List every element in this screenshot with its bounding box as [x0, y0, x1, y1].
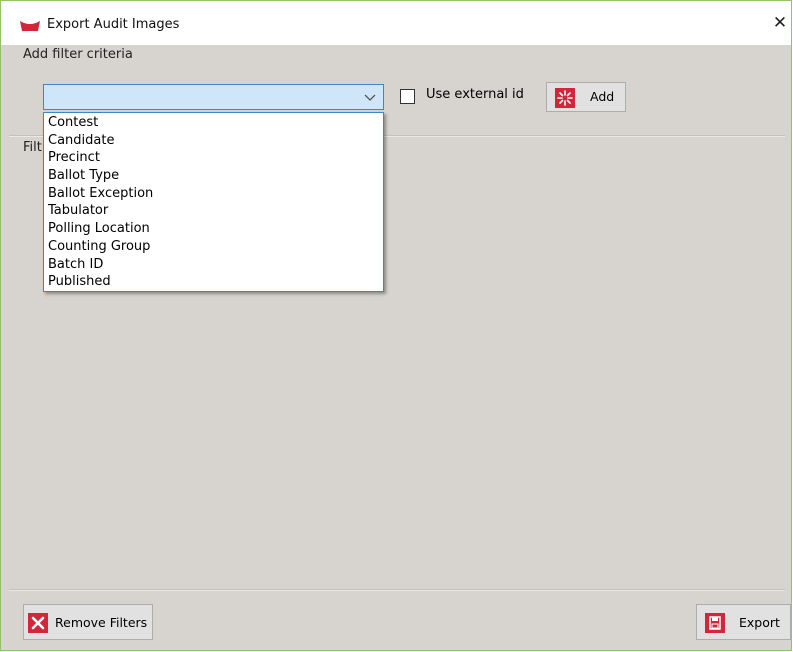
use-external-id-checkbox[interactable]	[400, 89, 415, 104]
add-button-label: Add	[590, 89, 615, 104]
dropdown-option-precinct[interactable]: Precinct	[44, 149, 383, 167]
export-label: Export	[739, 615, 780, 630]
title-bar: Export Audit Images ✕	[1, 1, 791, 45]
add-filter-criteria-label: Add filter criteria	[23, 47, 133, 62]
filters-section-label: Filt	[23, 140, 42, 155]
dropdown-option-published[interactable]: Published	[44, 273, 383, 291]
red-x-icon	[28, 613, 48, 633]
dropdown-option-batch-id[interactable]: Batch ID	[44, 256, 383, 274]
export-button[interactable]: Export	[696, 604, 791, 640]
remove-filters-label: Remove Filters	[55, 615, 148, 630]
filter-criteria-dropdown-list[interactable]: Contest Candidate Precinct Ballot Type B…	[43, 112, 384, 292]
dropdown-option-counting-group[interactable]: Counting Group	[44, 238, 383, 256]
floppy-disk-icon	[705, 613, 725, 633]
filter-criteria-combobox[interactable]	[43, 84, 384, 110]
chevron-down-icon[interactable]	[363, 88, 377, 106]
dropdown-option-polling-location[interactable]: Polling Location	[44, 220, 383, 238]
export-audit-images-dialog: Export Audit Images ✕ Add filter criteri…	[0, 0, 792, 651]
close-button[interactable]: ✕	[769, 11, 791, 35]
dropdown-option-ballot-type[interactable]: Ballot Type	[44, 167, 383, 185]
use-external-id-label[interactable]: Use external id	[426, 87, 524, 102]
add-button[interactable]: Add	[546, 82, 626, 112]
dropdown-option-ballot-exception[interactable]: Ballot Exception	[44, 185, 383, 203]
window-title: Export Audit Images	[47, 17, 180, 32]
ballot-logo-icon	[20, 21, 40, 31]
dropdown-option-contest[interactable]: Contest	[44, 114, 383, 132]
footer-divider	[9, 589, 785, 591]
sparkle-add-icon	[555, 88, 575, 108]
dropdown-option-tabulator[interactable]: Tabulator	[44, 202, 383, 220]
dropdown-option-candidate[interactable]: Candidate	[44, 132, 383, 150]
remove-filters-button[interactable]: Remove Filters	[23, 604, 153, 640]
